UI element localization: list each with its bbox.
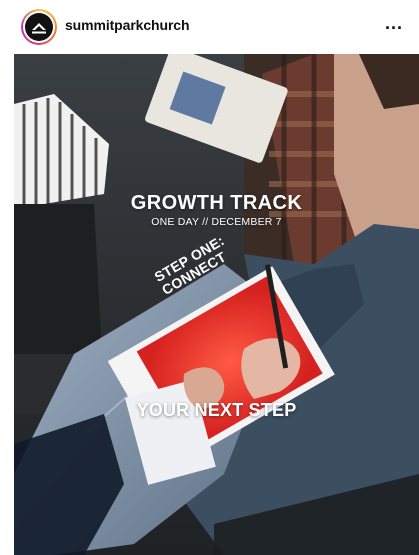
- username-link[interactable]: summitparkchurch: [65, 17, 190, 33]
- tagline: YOUR NEXT STEP: [136, 400, 297, 420]
- headline: GROWTH TRACK: [130, 192, 303, 214]
- post-photo-illustration: [14, 54, 419, 555]
- post-header: summitparkchurch ...: [0, 0, 419, 54]
- church-logo-icon: [25, 13, 53, 41]
- more-options-icon[interactable]: ...: [385, 13, 403, 34]
- avatar-border: [23, 11, 55, 43]
- subline: ONE DAY // DECEMBER 7: [151, 216, 282, 228]
- avatar[interactable]: [21, 9, 57, 45]
- post-image[interactable]: GROWTH TRACK ONE DAY // DECEMBER 7 STEP …: [14, 54, 419, 555]
